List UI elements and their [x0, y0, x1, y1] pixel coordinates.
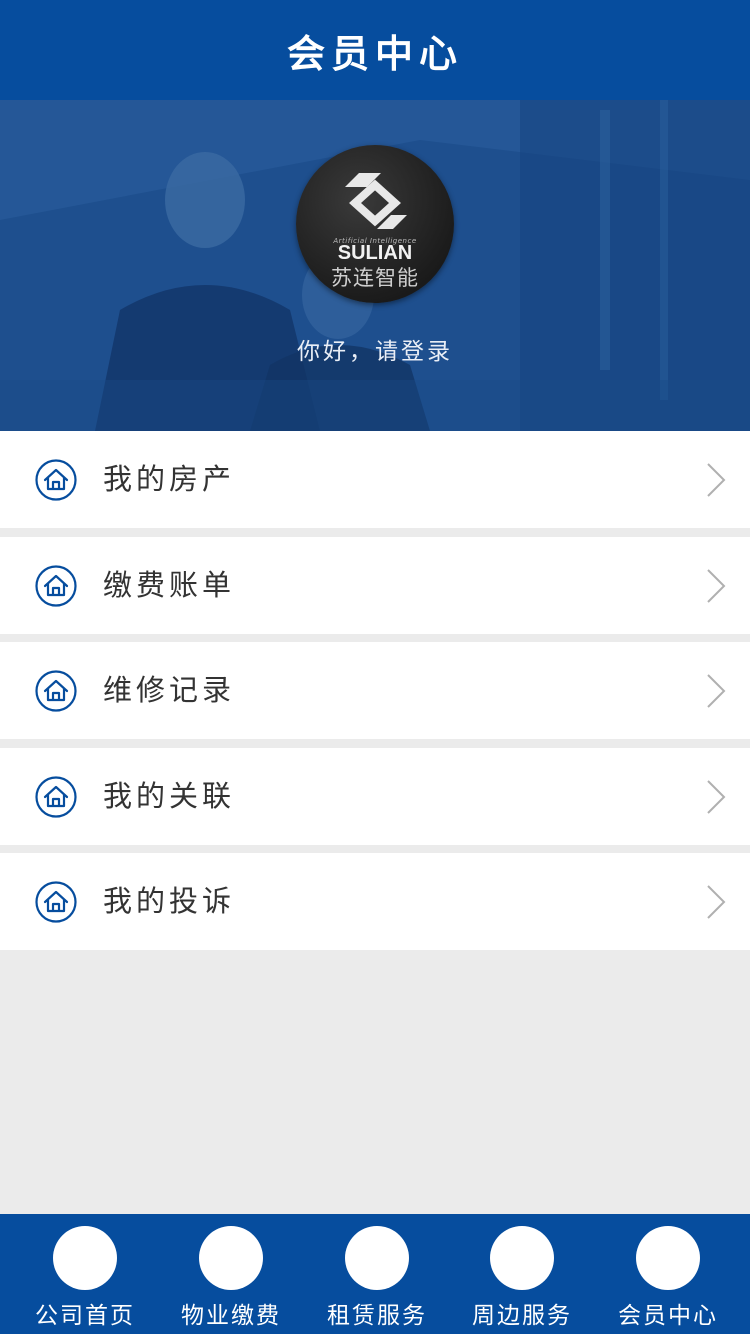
tab-icon-placeholder [636, 1226, 700, 1290]
menu-item-my-complaints[interactable]: 我的投诉 [0, 853, 750, 950]
home-icon [35, 459, 77, 501]
tab-icon-placeholder [53, 1226, 117, 1290]
chevron-right-icon [707, 568, 726, 603]
profile-banner: Artificial Intelligence SULIAN 苏连智能 你好，请… [0, 100, 750, 431]
home-icon [35, 564, 77, 607]
tab-label: 租赁服务 [327, 1303, 427, 1329]
tab-label: 会员中心 [618, 1303, 718, 1329]
menu-item-my-property[interactable]: 我的房产 [0, 431, 750, 528]
logo-name-cn: 苏连智能 [331, 266, 419, 290]
menu-item-label: 我的房产 [103, 462, 236, 496]
tab-icon-placeholder [345, 1226, 409, 1290]
page-header: 会员中心 [0, 0, 750, 100]
tab-company-home[interactable]: 公司首页 [12, 1214, 158, 1334]
tab-label: 物业缴费 [181, 1303, 281, 1329]
home-icon [35, 670, 77, 712]
tab-member-center[interactable]: 会员中心 [595, 1214, 741, 1334]
menu-item-label: 我的关联 [103, 778, 236, 813]
tab-nearby-services[interactable]: 周边服务 [449, 1214, 595, 1334]
chevron-right-icon [707, 674, 726, 708]
tab-icon-placeholder [490, 1226, 554, 1290]
tab-label: 周边服务 [472, 1303, 572, 1329]
login-prompt[interactable]: 你好，请登录 [0, 332, 750, 366]
member-menu: 我的房产 缴费账单 维修记录 我的关联 我的投诉 [0, 431, 750, 959]
tab-label: 公司首页 [35, 1303, 135, 1329]
home-icon [35, 881, 77, 923]
page-title: 会员中心 [286, 31, 463, 76]
avatar[interactable]: Artificial Intelligence SULIAN 苏连智能 [296, 145, 454, 303]
tab-rental-services[interactable]: 租赁服务 [304, 1214, 450, 1334]
chevron-right-icon [707, 885, 726, 919]
sulian-logo-icon [345, 173, 407, 229]
menu-item-repair-records[interactable]: 维修记录 [0, 642, 750, 739]
chevron-right-icon [707, 779, 726, 814]
menu-item-my-associations[interactable]: 我的关联 [0, 747, 750, 845]
menu-item-label: 维修记录 [103, 673, 236, 707]
tab-property-payment[interactable]: 物业缴费 [158, 1214, 304, 1334]
menu-item-payment-bills[interactable]: 缴费账单 [0, 536, 750, 634]
bottom-tab-bar: 公司首页 物业缴费 租赁服务 周边服务 会员中心 [0, 1214, 750, 1334]
home-icon [35, 775, 77, 818]
menu-item-label: 缴费账单 [103, 567, 236, 602]
menu-item-label: 我的投诉 [103, 884, 236, 918]
tab-icon-placeholder [199, 1226, 263, 1290]
chevron-right-icon [707, 463, 726, 497]
